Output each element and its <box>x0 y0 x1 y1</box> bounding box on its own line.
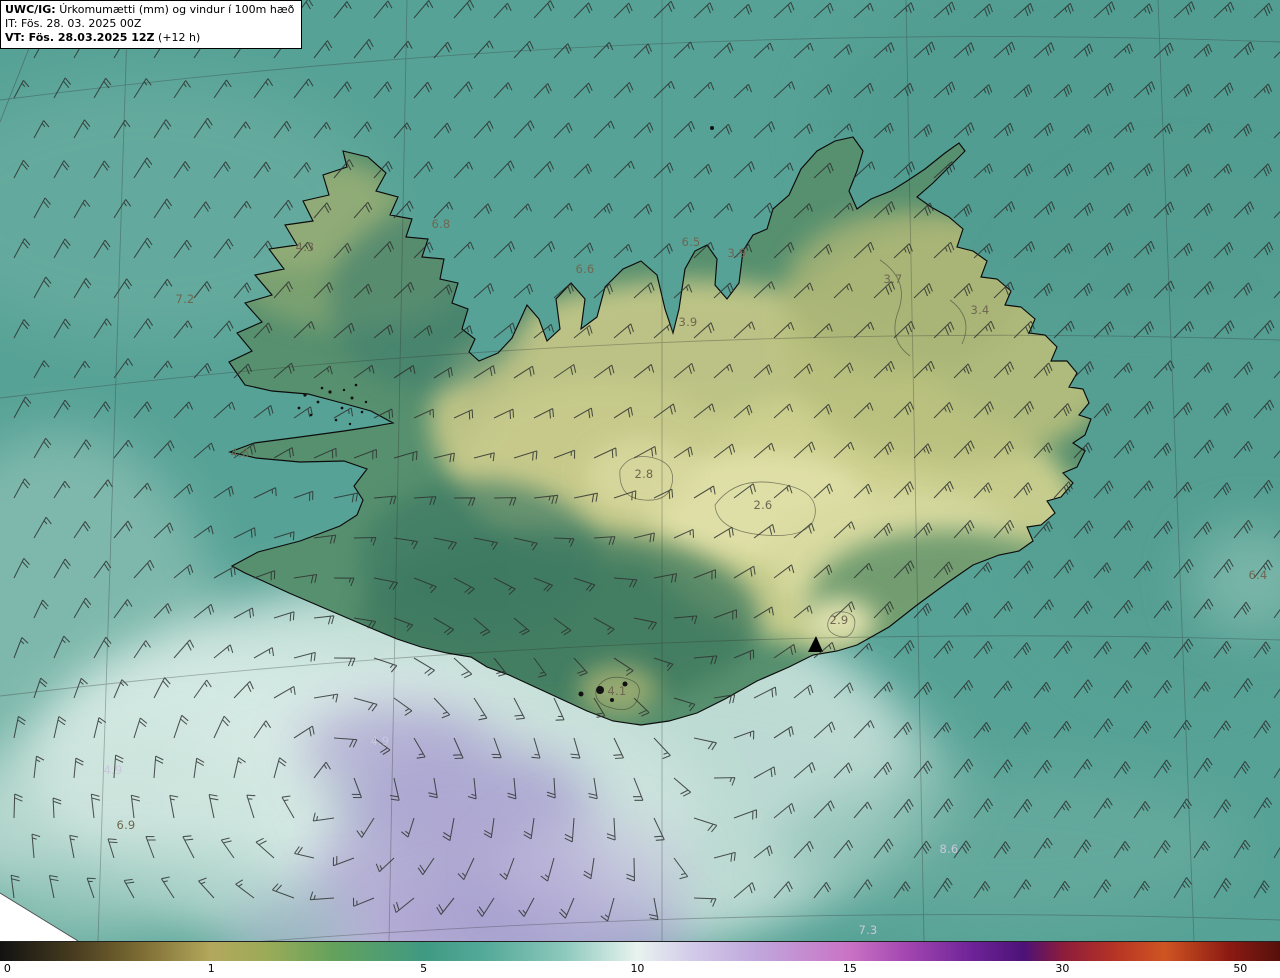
weather-map-page: 6.8 4.3 7.2 6.6 6.5 3.9 3.7 3.4 3.9 4.6 2.8 2.6 6.4 2… <box>0 0 1280 978</box>
valid-time-offset: (+12 h) <box>158 31 201 44</box>
map-canvas <box>0 0 1280 941</box>
colorbar-tick: 30 <box>1055 962 1070 975</box>
model-label: UWC/IG: <box>5 3 56 16</box>
colorbar-tick: 10 <box>630 962 645 975</box>
title-line-valid: VT: Fös. 28.03.2025 12Z (+12 h) <box>5 31 294 45</box>
colorbar-tick: 15 <box>842 962 857 975</box>
map-title: Úrkomumætti (mm) og vindur í 100m hæð <box>59 3 295 16</box>
colorbar-ticks: 0 1 5 10 15 30 50 <box>0 961 1280 978</box>
colorbar-tick: 5 <box>420 962 428 975</box>
valid-time: VT: Fös. 28.03.2025 12Z <box>5 31 155 44</box>
colorbar: 0 1 5 10 15 30 50 <box>0 941 1280 978</box>
colorbar-gradient <box>0 942 1280 961</box>
colorbar-tick: 1 <box>207 962 215 975</box>
title-box: UWC/IG: Úrkomumætti (mm) og vindur í 100… <box>0 0 303 49</box>
colorbar-tick: 50 <box>1233 962 1248 975</box>
title-line-model: UWC/IG: Úrkomumætti (mm) og vindur í 100… <box>5 3 294 17</box>
colorbar-tick: 0 <box>3 962 11 975</box>
title-line-init: IT: Fös. 28. 03. 2025 00Z <box>5 17 142 30</box>
